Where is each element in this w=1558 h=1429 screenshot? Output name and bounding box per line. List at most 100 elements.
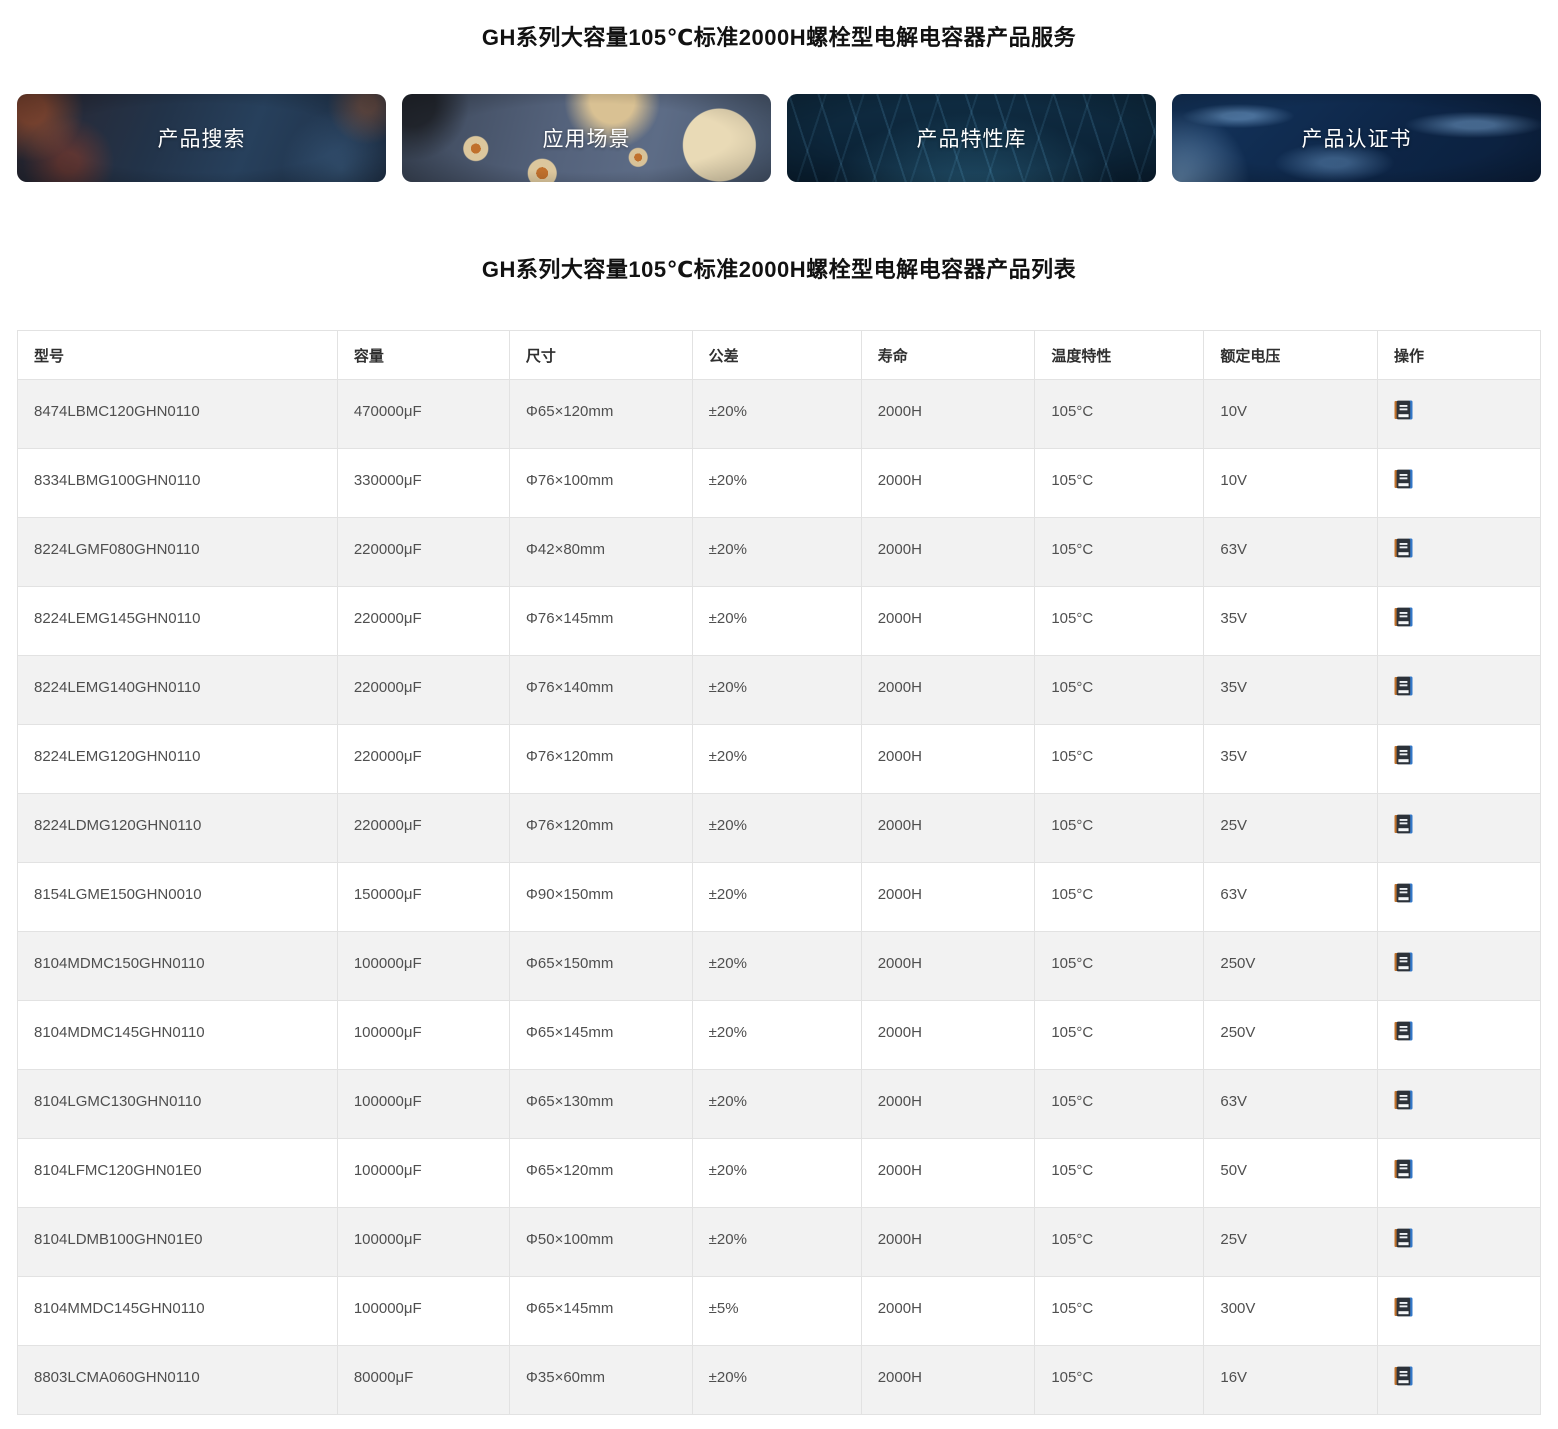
cell-tolerance: ±20% bbox=[692, 725, 861, 794]
cell-action bbox=[1377, 794, 1540, 863]
cell-model: 8224LDMG120GHN0110 bbox=[18, 794, 338, 863]
cell-action bbox=[1377, 1277, 1540, 1346]
cell-temperature: 105°C bbox=[1035, 1277, 1204, 1346]
view-detail-button[interactable] bbox=[1394, 1366, 1413, 1386]
cell-size: Φ76×145mm bbox=[509, 587, 692, 656]
cell-capacity: 100000μF bbox=[337, 1139, 509, 1208]
table-row: 8154LGME150GHN0010150000μFΦ90×150mm±20%2… bbox=[18, 863, 1541, 932]
cell-tolerance: ±20% bbox=[692, 449, 861, 518]
view-detail-button[interactable] bbox=[1394, 952, 1413, 972]
notebook-icon bbox=[1394, 538, 1413, 558]
cell-size: Φ50×100mm bbox=[509, 1208, 692, 1277]
view-detail-button[interactable] bbox=[1394, 400, 1413, 420]
notebook-icon bbox=[1394, 1159, 1413, 1179]
cell-action bbox=[1377, 1139, 1540, 1208]
cell-size: Φ65×130mm bbox=[509, 1070, 692, 1139]
cell-action bbox=[1377, 1208, 1540, 1277]
view-detail-button[interactable] bbox=[1394, 1297, 1413, 1317]
notebook-icon bbox=[1394, 1021, 1413, 1041]
cell-voltage: 35V bbox=[1204, 587, 1378, 656]
cell-life: 2000H bbox=[861, 449, 1035, 518]
notebook-icon bbox=[1394, 814, 1413, 834]
cell-tolerance: ±20% bbox=[692, 380, 861, 449]
cell-model: 8104MMDC145GHN0110 bbox=[18, 1277, 338, 1346]
cell-voltage: 300V bbox=[1204, 1277, 1378, 1346]
cell-voltage: 63V bbox=[1204, 1070, 1378, 1139]
cell-capacity: 80000μF bbox=[337, 1346, 509, 1415]
cell-temperature: 105°C bbox=[1035, 725, 1204, 794]
column-header-capacity: 容量 bbox=[337, 331, 509, 380]
view-detail-button[interactable] bbox=[1394, 745, 1413, 765]
view-detail-button[interactable] bbox=[1394, 1090, 1413, 1110]
view-detail-button[interactable] bbox=[1394, 607, 1413, 627]
cell-size: Φ35×60mm bbox=[509, 1346, 692, 1415]
view-detail-button[interactable] bbox=[1394, 676, 1413, 696]
cell-temperature: 105°C bbox=[1035, 656, 1204, 725]
cell-voltage: 25V bbox=[1204, 794, 1378, 863]
cell-temperature: 105°C bbox=[1035, 518, 1204, 587]
cell-model: 8224LEMG145GHN0110 bbox=[18, 587, 338, 656]
notebook-icon bbox=[1394, 745, 1413, 765]
cell-action bbox=[1377, 932, 1540, 1001]
cell-temperature: 105°C bbox=[1035, 1208, 1204, 1277]
view-detail-button[interactable] bbox=[1394, 1228, 1413, 1248]
cell-model: 8334LBMG100GHN0110 bbox=[18, 449, 338, 518]
cell-temperature: 105°C bbox=[1035, 1139, 1204, 1208]
view-detail-button[interactable] bbox=[1394, 469, 1413, 489]
cell-temperature: 105°C bbox=[1035, 587, 1204, 656]
cell-temperature: 105°C bbox=[1035, 932, 1204, 1001]
table-row: 8104LFMC120GHN01E0100000μFΦ65×120mm±20%2… bbox=[18, 1139, 1541, 1208]
table-row: 8224LGMF080GHN0110220000μFΦ42×80mm±20%20… bbox=[18, 518, 1541, 587]
banner-application-scenarios[interactable]: 应用场景 bbox=[402, 94, 771, 182]
table-row: 8224LEMG145GHN0110220000μFΦ76×145mm±20%2… bbox=[18, 587, 1541, 656]
notebook-icon bbox=[1394, 1228, 1413, 1248]
table-row: 8224LEMG120GHN0110220000μFΦ76×120mm±20%2… bbox=[18, 725, 1541, 794]
cell-model: 8104MDMC145GHN0110 bbox=[18, 1001, 338, 1070]
view-detail-button[interactable] bbox=[1394, 538, 1413, 558]
cell-life: 2000H bbox=[861, 518, 1035, 587]
notebook-icon bbox=[1394, 1366, 1413, 1386]
banner-product-characteristics[interactable]: 产品特性库 bbox=[787, 94, 1156, 182]
cell-capacity: 100000μF bbox=[337, 1001, 509, 1070]
cell-life: 2000H bbox=[861, 794, 1035, 863]
cell-capacity: 100000μF bbox=[337, 1070, 509, 1139]
cell-model: 8104LGMC130GHN0110 bbox=[18, 1070, 338, 1139]
view-detail-button[interactable] bbox=[1394, 1021, 1413, 1041]
cell-action bbox=[1377, 656, 1540, 725]
cell-life: 2000H bbox=[861, 725, 1035, 794]
view-detail-button[interactable] bbox=[1394, 814, 1413, 834]
cell-voltage: 50V bbox=[1204, 1139, 1378, 1208]
cell-life: 2000H bbox=[861, 1346, 1035, 1415]
cell-tolerance: ±20% bbox=[692, 1139, 861, 1208]
view-detail-button[interactable] bbox=[1394, 883, 1413, 903]
column-header-size: 尺寸 bbox=[509, 331, 692, 380]
cell-voltage: 63V bbox=[1204, 518, 1378, 587]
table-header: 型号容量尺寸公差寿命温度特性额定电压操作 bbox=[18, 331, 1541, 380]
cell-size: Φ90×150mm bbox=[509, 863, 692, 932]
cell-model: 8224LGMF080GHN0110 bbox=[18, 518, 338, 587]
cell-tolerance: ±20% bbox=[692, 932, 861, 1001]
cell-capacity: 100000μF bbox=[337, 1208, 509, 1277]
cell-size: Φ76×100mm bbox=[509, 449, 692, 518]
notebook-icon bbox=[1394, 400, 1413, 420]
section-title: GH系列大容量105℃标准2000H螺栓型电解电容器产品列表 bbox=[17, 259, 1541, 281]
banner-label: 产品特性库 bbox=[917, 123, 1027, 153]
cell-model: 8224LEMG140GHN0110 bbox=[18, 656, 338, 725]
table-row: 8224LDMG120GHN0110220000μFΦ76×120mm±20%2… bbox=[18, 794, 1541, 863]
view-detail-button[interactable] bbox=[1394, 1159, 1413, 1179]
cell-model: 8104MDMC150GHN0110 bbox=[18, 932, 338, 1001]
cell-model: 8803LCMA060GHN0110 bbox=[18, 1346, 338, 1415]
banner-product-certificates[interactable]: 产品认证书 bbox=[1172, 94, 1541, 182]
banner-product-search[interactable]: 产品搜索 bbox=[17, 94, 386, 182]
cell-tolerance: ±20% bbox=[692, 656, 861, 725]
cell-life: 2000H bbox=[861, 1070, 1035, 1139]
cell-temperature: 105°C bbox=[1035, 863, 1204, 932]
cell-life: 2000H bbox=[861, 1139, 1035, 1208]
cell-life: 2000H bbox=[861, 656, 1035, 725]
cell-model: 8104LDMB100GHN01E0 bbox=[18, 1208, 338, 1277]
table-row: 8104LDMB100GHN01E0100000μFΦ50×100mm±20%2… bbox=[18, 1208, 1541, 1277]
banner-label: 产品认证书 bbox=[1302, 123, 1412, 153]
cell-capacity: 220000μF bbox=[337, 518, 509, 587]
cell-action bbox=[1377, 725, 1540, 794]
page-title: GH系列大容量105℃标准2000H螺栓型电解电容器产品服务 bbox=[17, 0, 1541, 49]
